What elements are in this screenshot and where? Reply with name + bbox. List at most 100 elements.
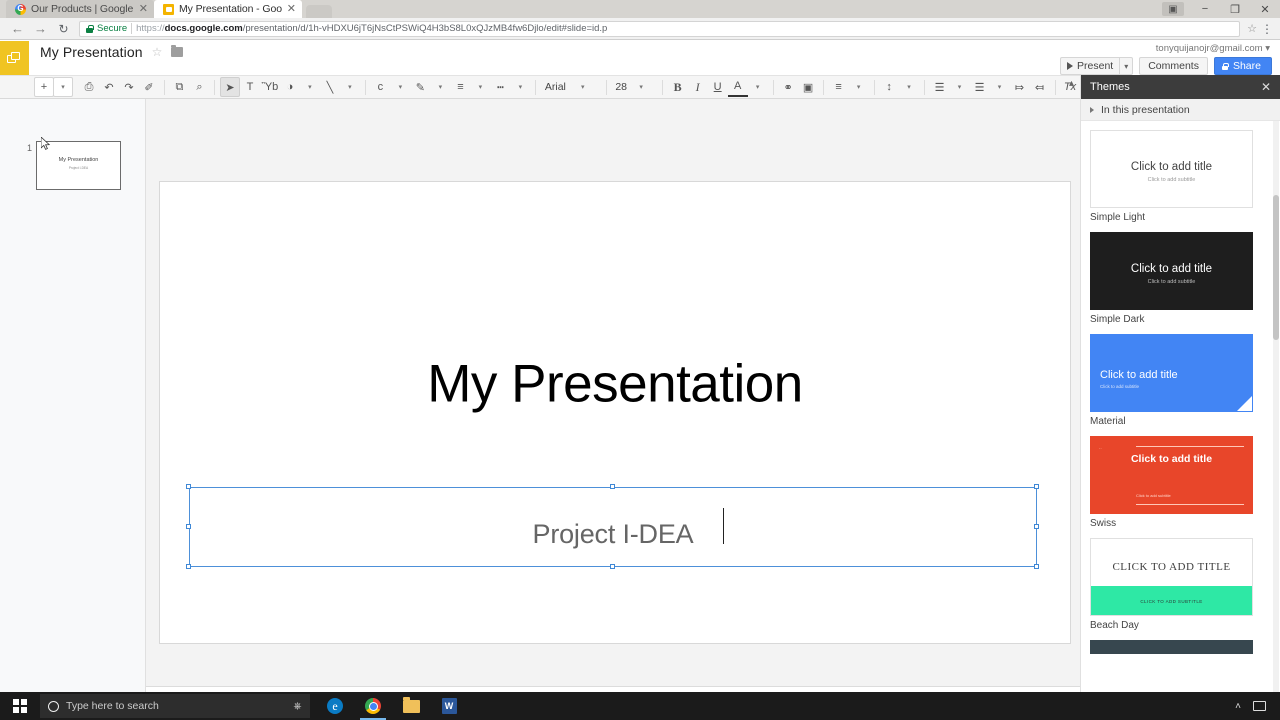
microphone-icon[interactable]: ⎈ xyxy=(293,700,302,712)
italic-button[interactable]: I xyxy=(688,77,708,97)
share-button[interactable]: Share xyxy=(1214,57,1272,75)
resize-handle-bottom-left[interactable] xyxy=(186,564,191,569)
font-family-select[interactable]: Arial xyxy=(541,77,573,97)
slide-canvas[interactable]: My Presentation Project I-DEA xyxy=(159,181,1071,644)
border-color-icon[interactable]: ✎ xyxy=(410,77,430,97)
present-dropdown-button[interactable]: ▾ xyxy=(1119,57,1133,75)
text-color-icon[interactable]: A xyxy=(728,77,748,97)
folder-icon[interactable] xyxy=(171,47,183,57)
new-tab-button[interactable] xyxy=(306,5,332,18)
profile-icon[interactable]: ▣ xyxy=(1162,2,1184,16)
font-size-dropdown[interactable]: ▾ xyxy=(631,77,651,97)
reload-button[interactable]: ↻ xyxy=(52,18,75,40)
browser-tab-2[interactable]: My Presentation - Googl ✕ xyxy=(154,0,302,18)
present-button[interactable]: Present xyxy=(1060,57,1120,75)
themes-section-header[interactable]: In this presentation xyxy=(1081,99,1280,121)
slides-logo-icon[interactable] xyxy=(0,41,29,75)
insert-image-icon[interactable]: Ὓb xyxy=(260,77,280,97)
new-slide-button[interactable]: + xyxy=(34,77,54,97)
taskbar-file-explorer-icon[interactable] xyxy=(392,692,430,720)
line-spacing-dropdown[interactable]: ▾ xyxy=(899,77,919,97)
bulleted-list-dropdown[interactable]: ▾ xyxy=(990,77,1010,97)
slide-title-text[interactable]: My Presentation xyxy=(160,354,1070,415)
theme-item-partial[interactable] xyxy=(1090,640,1264,654)
paint-format-icon[interactable]: ✐ xyxy=(139,77,159,97)
taskbar-chrome-icon[interactable] xyxy=(354,692,392,720)
taskbar-word-icon[interactable]: W xyxy=(430,692,468,720)
slide-subtitle-text[interactable]: Project I-DEA xyxy=(190,519,1036,550)
underline-button[interactable]: U xyxy=(708,77,728,97)
border-dash-dropdown[interactable]: ▾ xyxy=(510,77,530,97)
line-dropdown[interactable]: ▾ xyxy=(340,77,360,97)
taskbar-search-box[interactable]: Type here to search ⎈ xyxy=(40,694,310,718)
account-email[interactable]: tonyquijanojr@gmail.com ▾ xyxy=(1060,43,1272,54)
border-weight-dropdown[interactable]: ▾ xyxy=(470,77,490,97)
theme-preview[interactable]: Click to add title Click to add subtitle xyxy=(1090,130,1253,208)
zoom-fit-icon[interactable]: ⧉ xyxy=(169,77,189,97)
numbered-list-dropdown[interactable]: ▾ xyxy=(950,77,970,97)
resize-handle-top-right[interactable] xyxy=(1034,484,1039,489)
theme-item-material[interactable]: Click to add title Click to add subtitle… xyxy=(1090,334,1264,427)
close-window-button[interactable]: ✕ xyxy=(1250,0,1280,18)
document-title[interactable]: My Presentation xyxy=(40,44,143,60)
theme-preview[interactable]: .. Click to add title Click to add subti… xyxy=(1090,436,1253,514)
forward-button[interactable]: → xyxy=(29,18,52,40)
indent-more-icon[interactable]: ⤆ xyxy=(1030,77,1050,97)
resize-handle-middle-left[interactable] xyxy=(186,524,191,529)
theme-item-simple-light[interactable]: Click to add title Click to add subtitle… xyxy=(1090,130,1264,223)
comments-button[interactable]: Comments xyxy=(1139,57,1208,75)
border-color-dropdown[interactable]: ▾ xyxy=(430,77,450,97)
font-family-dropdown[interactable]: ▾ xyxy=(573,77,593,97)
line-tool-icon[interactable]: ╲ xyxy=(320,77,340,97)
print-icon[interactable]: ⎙ xyxy=(79,77,99,97)
text-color-dropdown[interactable]: ▾ xyxy=(748,77,768,97)
resize-handle-top-left[interactable] xyxy=(186,484,191,489)
browser-tab-1[interactable]: Our Products | Google ✕ xyxy=(6,0,154,18)
bulleted-list-icon[interactable]: ☰ xyxy=(970,77,990,97)
back-button[interactable]: ← xyxy=(6,18,29,40)
star-icon[interactable]: ☆ xyxy=(152,45,163,59)
resize-handle-top-center[interactable] xyxy=(610,484,615,489)
insert-link-icon[interactable]: ⚭ xyxy=(778,77,798,97)
insert-comment-icon[interactable]: ▣ xyxy=(798,77,818,97)
align-dropdown[interactable]: ▾ xyxy=(849,77,869,97)
textbox-tool-icon[interactable]: T xyxy=(240,77,260,97)
line-spacing-icon[interactable]: ↕ xyxy=(879,77,899,97)
font-size-select[interactable]: 28 xyxy=(611,77,631,97)
redo-icon[interactable]: ↷ xyxy=(119,77,139,97)
border-weight-icon[interactable]: ≡ xyxy=(450,77,470,97)
align-icon[interactable]: ≡ xyxy=(829,77,849,97)
start-button[interactable] xyxy=(0,692,40,720)
shape-dropdown[interactable]: ▾ xyxy=(300,77,320,97)
fill-color-icon[interactable]: ὘c xyxy=(370,77,390,97)
browser-tab-1-close-icon[interactable]: ✕ xyxy=(139,4,148,15)
fill-color-dropdown[interactable]: ▾ xyxy=(390,77,410,97)
close-icon[interactable]: ✕ xyxy=(1261,80,1271,94)
minimize-button[interactable]: − xyxy=(1190,0,1220,18)
undo-icon[interactable]: ↶ xyxy=(99,77,119,97)
bookmark-star-icon[interactable]: ☆ xyxy=(1244,22,1260,35)
subtitle-textbox-selected[interactable]: Project I-DEA xyxy=(189,487,1037,567)
theme-item-swiss[interactable]: .. Click to add title Click to add subti… xyxy=(1090,436,1264,529)
indent-less-icon[interactable]: ⤇ xyxy=(1010,77,1030,97)
filmstrip-slide-1[interactable]: 1 My Presentation Project I-DEA xyxy=(24,141,121,190)
numbered-list-icon[interactable]: ☰ xyxy=(930,77,950,97)
theme-preview[interactable]: Click to add title Click to add subtitle xyxy=(1090,334,1253,412)
theme-preview[interactable] xyxy=(1090,640,1253,654)
theme-preview[interactable]: Click to add title Click to add subtitle xyxy=(1090,232,1253,310)
bold-button[interactable]: B xyxy=(668,77,688,97)
resize-handle-bottom-center[interactable] xyxy=(610,564,615,569)
tray-chevron-icon[interactable]: ˄ xyxy=(1235,701,1241,712)
resize-handle-middle-right[interactable] xyxy=(1034,524,1039,529)
collapse-toolbar-icon[interactable]: ▴ xyxy=(1069,78,1074,89)
zoom-icon[interactable]: ⌕ xyxy=(189,77,209,97)
theme-preview[interactable]: CLICK TO ADD TITLE CLICK TO ADD SUBTITLE xyxy=(1090,538,1253,616)
address-bar[interactable]: Secure https://docs.google.com/presentat… xyxy=(79,21,1240,37)
theme-item-simple-dark[interactable]: Click to add title Click to add subtitle… xyxy=(1090,232,1264,325)
shape-tool-icon[interactable]: ◑ xyxy=(280,77,300,97)
maximize-button[interactable]: ❐ xyxy=(1220,0,1250,18)
border-dash-icon[interactable]: ┅ xyxy=(490,77,510,97)
resize-handle-bottom-right[interactable] xyxy=(1034,564,1039,569)
new-slide-dropdown[interactable]: ▾ xyxy=(53,77,73,97)
select-tool-icon[interactable]: ➤ xyxy=(220,77,240,97)
